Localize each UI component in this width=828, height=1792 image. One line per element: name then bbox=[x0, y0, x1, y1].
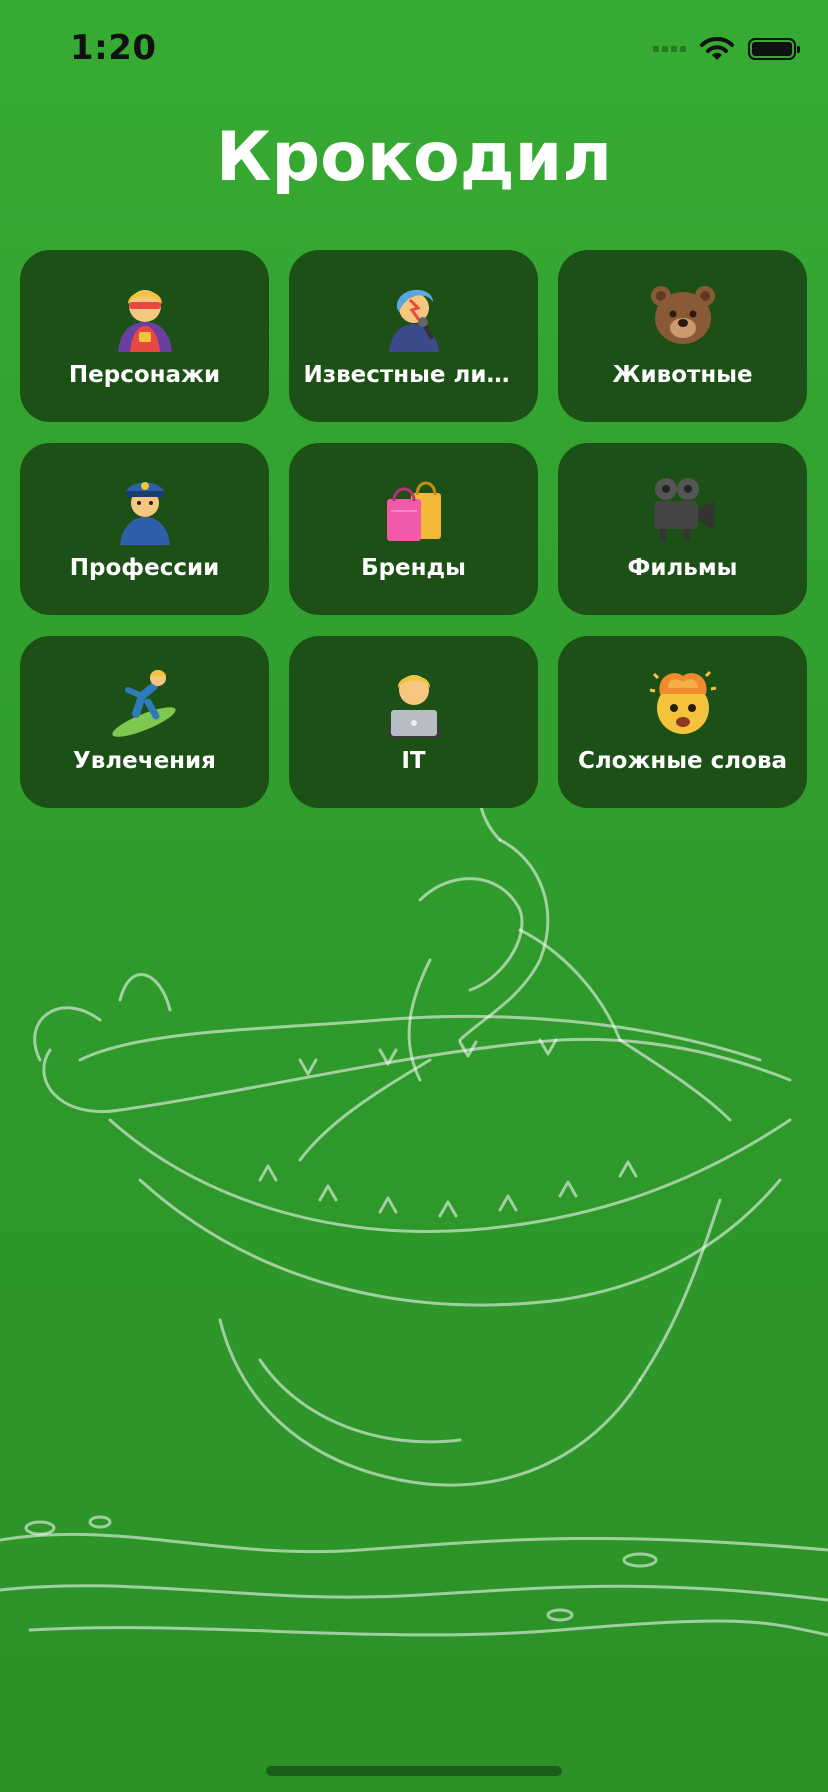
battery-icon bbox=[748, 38, 800, 60]
movie-camera-icon bbox=[646, 471, 720, 545]
category-card-movies[interactable]: Фильмы bbox=[558, 443, 807, 615]
category-card-hobbies[interactable]: Увлечения bbox=[20, 636, 269, 808]
category-card-famous-people[interactable]: Известные личности bbox=[289, 250, 538, 422]
status-icons bbox=[653, 34, 800, 64]
wifi-icon bbox=[700, 37, 734, 60]
category-card-hard-words[interactable]: Сложные слова bbox=[558, 636, 807, 808]
police-officer-icon bbox=[108, 471, 182, 545]
page-title: Крокодил bbox=[215, 118, 613, 197]
bear-icon bbox=[646, 278, 720, 352]
category-label: Сложные слова bbox=[577, 748, 788, 774]
category-label: Бренды bbox=[361, 555, 466, 581]
cellular-signal-icon bbox=[653, 46, 686, 52]
surfer-icon bbox=[108, 664, 182, 738]
category-label: Известные личности bbox=[303, 362, 524, 388]
category-card-characters[interactable]: Персонажи bbox=[20, 250, 269, 422]
category-grid: Персонажи Известные личности bbox=[20, 250, 808, 808]
category-label: Профессии bbox=[69, 555, 220, 581]
technologist-icon bbox=[377, 664, 451, 738]
shopping-bags-icon bbox=[377, 471, 451, 545]
status-time: 1:20 bbox=[70, 28, 157, 68]
superhero-icon bbox=[108, 278, 182, 352]
category-card-brands[interactable]: Бренды bbox=[289, 443, 538, 615]
status-bar: 1:20 bbox=[0, 0, 828, 100]
category-card-animals[interactable]: Животные bbox=[558, 250, 807, 422]
crocodile-illustration bbox=[0, 760, 828, 1637]
category-label: Фильмы bbox=[627, 555, 738, 581]
category-label: IT bbox=[401, 748, 426, 774]
singer-icon bbox=[377, 278, 451, 352]
home-indicator[interactable] bbox=[266, 1766, 562, 1776]
category-label: Персонажи bbox=[68, 362, 221, 388]
category-label: Увлечения bbox=[73, 748, 216, 774]
category-card-professions[interactable]: Профессии bbox=[20, 443, 269, 615]
category-card-it[interactable]: IT bbox=[289, 636, 538, 808]
app-screen: 1:20 Крокодил Персонажи Известные личн Ж… bbox=[0, 0, 828, 1792]
exploding-head-icon bbox=[646, 664, 720, 738]
category-label: Животные bbox=[612, 362, 753, 388]
